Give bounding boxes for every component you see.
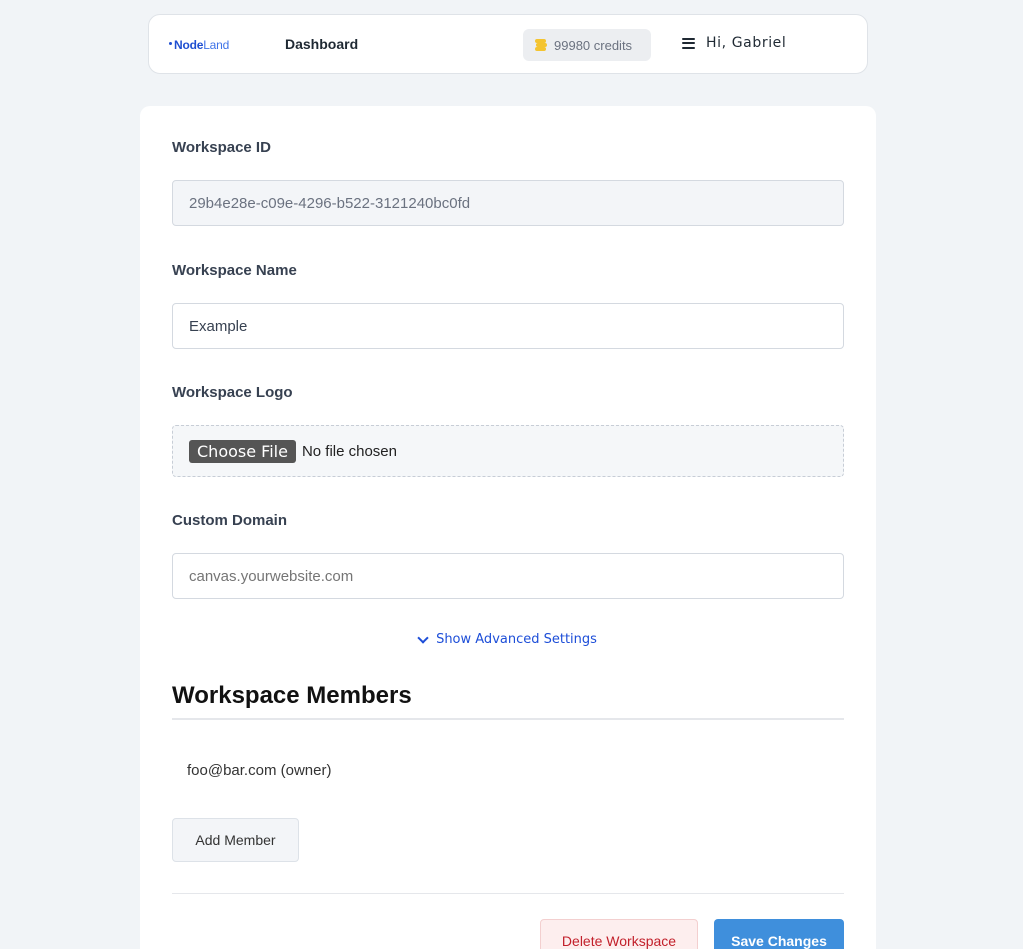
add-member-button[interactable]: Add Member bbox=[172, 818, 299, 862]
custom-domain-input[interactable] bbox=[172, 553, 844, 599]
logo-node-text: Node bbox=[174, 38, 204, 52]
logo-file-input[interactable]: Choose File No file chosen bbox=[172, 425, 844, 477]
member-item: foo@bar.com (owner) bbox=[187, 762, 332, 779]
coins-icon bbox=[535, 39, 547, 51]
nav-dashboard-link[interactable]: Dashboard bbox=[285, 36, 358, 52]
workspace-settings-card: Workspace ID Workspace Name Workspace Lo… bbox=[140, 106, 876, 949]
menu-icon[interactable] bbox=[682, 37, 695, 49]
logo[interactable]: Node Land bbox=[169, 38, 229, 52]
logo-dot-icon bbox=[169, 41, 172, 45]
user-menu[interactable]: Hi, Gabriel bbox=[682, 35, 786, 51]
advanced-settings-toggle[interactable]: Show Advanced Settings bbox=[140, 631, 876, 647]
credits-text: 99980 credits bbox=[554, 37, 633, 53]
workspace-id-label: Workspace ID bbox=[172, 139, 271, 156]
user-greeting: Hi, Gabriel bbox=[706, 35, 787, 51]
credits-badge: 99980 credits bbox=[523, 29, 651, 61]
footer-divider bbox=[172, 893, 844, 894]
advanced-settings-label: Show Advanced Settings bbox=[436, 632, 597, 647]
workspace-id-field[interactable] bbox=[172, 180, 844, 226]
logo-land-text: Land bbox=[203, 38, 230, 52]
workspace-logo-label: Workspace Logo bbox=[172, 384, 293, 401]
members-heading: Workspace Members bbox=[172, 682, 412, 709]
workspace-name-label: Workspace Name bbox=[172, 262, 297, 279]
members-divider bbox=[172, 718, 844, 720]
choose-file-button[interactable]: Choose File bbox=[189, 439, 296, 463]
file-status-text: No file chosen bbox=[301, 442, 397, 460]
workspace-name-input[interactable] bbox=[172, 303, 844, 349]
chevron-down-icon bbox=[417, 631, 429, 644]
top-nav: Node Land Dashboard 99980 credits Hi, Ga… bbox=[148, 14, 868, 74]
delete-workspace-button[interactable]: Delete Workspace bbox=[540, 919, 698, 949]
custom-domain-label: Custom Domain bbox=[172, 512, 288, 529]
save-changes-button[interactable]: Save Changes bbox=[714, 919, 844, 949]
